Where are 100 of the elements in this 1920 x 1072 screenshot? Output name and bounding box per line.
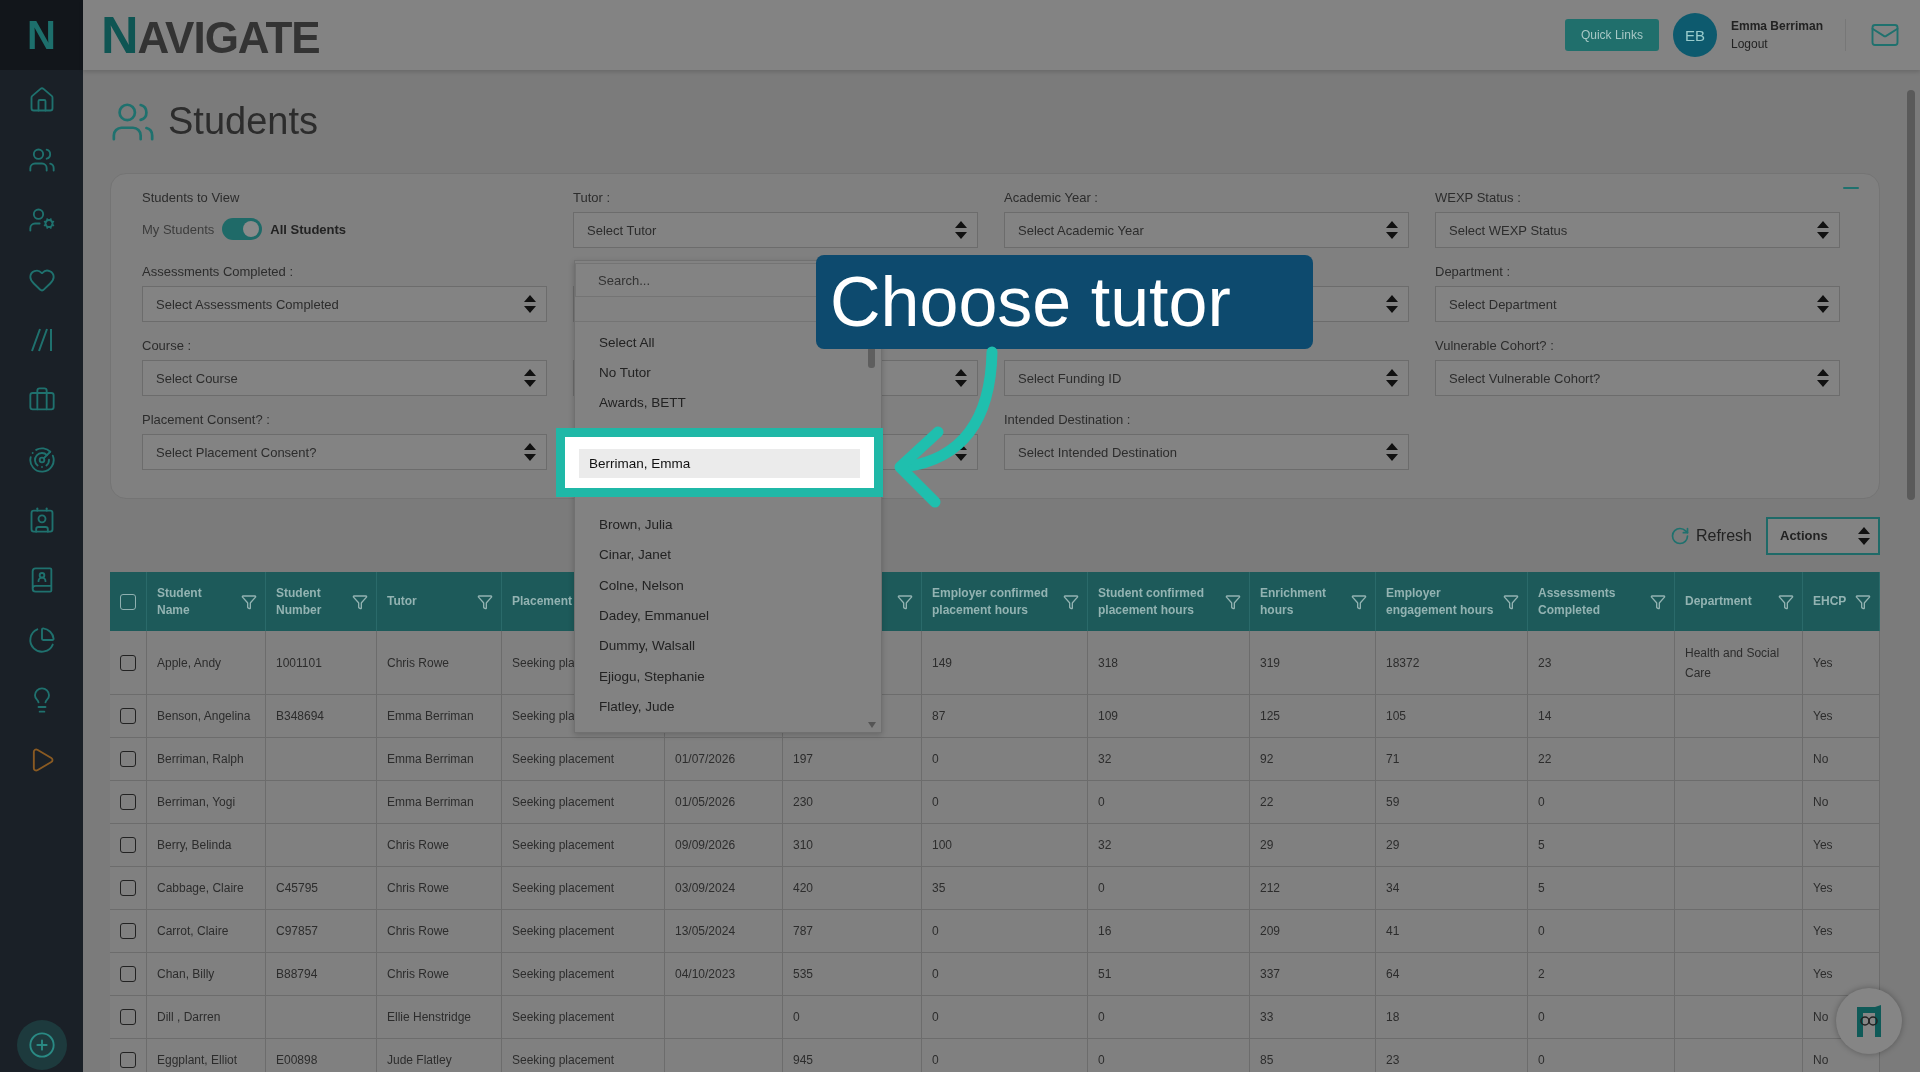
checkbox[interactable] [120, 923, 136, 939]
field-label: Placement Consent? : [142, 412, 271, 428]
table-cell: Yes [1803, 910, 1880, 953]
actions-select[interactable]: Actions [1766, 516, 1880, 555]
column-header[interactable]: Enrichment hours [1250, 572, 1376, 631]
table-cell: Seeking placement [502, 781, 665, 824]
table-cell: 22 [1528, 738, 1675, 781]
column-header[interactable]: Student confirmed placement hours [1088, 572, 1250, 631]
table-cell: B348694 [266, 695, 377, 738]
sort-arrows-icon [1386, 295, 1398, 313]
app-logo[interactable]: N [0, 0, 83, 70]
scroll-down-icon[interactable] [868, 722, 876, 728]
toggle-switch[interactable] [222, 218, 263, 240]
checkbox[interactable] [120, 1052, 136, 1068]
table-cell: Cabbage, Claire [147, 867, 266, 910]
filter-icon[interactable] [241, 593, 257, 610]
refresh-icon [1669, 525, 1690, 546]
table-cell: Seeking placement [502, 867, 665, 910]
select-field[interactable]: Select Department [1435, 286, 1840, 322]
field-label: Intended Destination : [1004, 412, 1132, 428]
table-cell: 337 [1250, 953, 1376, 996]
table-cell: 319 [1250, 631, 1376, 695]
slashes-icon[interactable] [28, 327, 55, 353]
dropdown-item[interactable]: Brown, Julia [575, 509, 881, 540]
checkbox[interactable] [120, 593, 136, 610]
add-button[interactable] [16, 1020, 67, 1070]
column-header[interactable]: Department [1675, 572, 1803, 631]
filter-icon[interactable] [1063, 593, 1079, 610]
table-cell: 787 [783, 910, 922, 953]
field-label: Vulnerable Cohort? : [1435, 338, 1555, 354]
dropdown-item[interactable]: Dadey, Emmanuel [575, 600, 881, 631]
select-field[interactable]: Select Assessments Completed [142, 286, 547, 322]
dropdown-item[interactable]: Berriman, Emma [579, 449, 860, 479]
dropdown-item[interactable]: Awards, BETT [575, 387, 881, 419]
table-cell: 16 [1088, 910, 1250, 953]
logout-link[interactable]: Logout [1730, 37, 1823, 51]
user-settings-icon[interactable] [27, 206, 56, 234]
column-header[interactable]: Assessments Completed [1528, 572, 1675, 631]
table-cell: Yes [1803, 631, 1880, 695]
dropdown-item[interactable]: Colne, Nelson [575, 569, 881, 601]
select-field[interactable]: Select Placement Consent? [142, 434, 547, 470]
scrollbar-thumb[interactable] [1907, 90, 1915, 500]
pie-chart-icon[interactable] [27, 626, 56, 654]
table-cell: 29 [1376, 824, 1528, 867]
checkbox[interactable] [120, 654, 136, 671]
filter-icon[interactable] [1855, 593, 1871, 610]
table-cell: 0 [922, 738, 1088, 781]
assistant-button[interactable] [1836, 988, 1902, 1054]
filter-icon[interactable] [1351, 593, 1367, 610]
table-cell: 212 [1250, 867, 1376, 910]
select-field[interactable]: Select Academic Year [1004, 212, 1409, 248]
checkbox[interactable] [120, 1009, 136, 1025]
filter-icon[interactable] [1225, 593, 1241, 610]
sort-arrows-icon [1858, 526, 1870, 545]
select-field[interactable]: Select Funding ID [1004, 360, 1409, 396]
refresh-button[interactable]: Refresh [1669, 525, 1752, 546]
column-header[interactable]: Employer confirmed placement hours [922, 572, 1088, 631]
filter-icon[interactable] [1778, 593, 1794, 610]
checkbox[interactable] [120, 708, 136, 724]
table-cell: C97857 [266, 910, 377, 953]
select-field[interactable]: Select Tutor [573, 212, 978, 248]
filter-icon[interactable] [1650, 593, 1666, 610]
column-header[interactable]: Tutor [377, 572, 502, 631]
table-cell: E00898 [266, 1039, 377, 1072]
filter-icon[interactable] [352, 593, 368, 610]
select-field[interactable]: Select Vulnerable Cohort? [1435, 360, 1840, 396]
dropdown-item[interactable]: No Tutor [575, 357, 881, 388]
table-cell: 0 [922, 910, 1088, 953]
users-icon[interactable] [27, 146, 56, 174]
select-field[interactable]: Select WEXP Status [1435, 212, 1840, 248]
filter-icon[interactable] [897, 593, 913, 610]
quick-links-button[interactable]: Quick Links [1564, 19, 1659, 51]
dropdown-item[interactable]: Cinar, Janet [575, 539, 881, 570]
checkbox[interactable] [120, 751, 136, 767]
sort-arrows-icon [955, 369, 967, 387]
table-cell: 945 [783, 1039, 922, 1072]
table-cell: 318 [1088, 631, 1250, 695]
column-header[interactable]: Student Number [266, 572, 377, 631]
checkbox[interactable] [120, 794, 136, 810]
table-cell: 51 [1088, 953, 1250, 996]
filter-icon[interactable] [477, 593, 493, 610]
table-cell: 87 [922, 695, 1088, 738]
table-cell: Chris Rowe [377, 631, 502, 695]
select-field[interactable]: Select Intended Destination [1004, 434, 1409, 470]
table-cell: 109 [1088, 695, 1250, 738]
table-cell: Berriman, Yogi [147, 781, 266, 824]
select-field[interactable]: Select Course [142, 360, 547, 396]
table-cell: 197 [783, 738, 922, 781]
column-header[interactable]: Student Name [147, 572, 266, 631]
checkbox[interactable] [120, 966, 136, 982]
column-header[interactable]: Employer engagement hours [1376, 572, 1528, 631]
filter-icon[interactable] [1503, 593, 1519, 610]
checkbox[interactable] [120, 837, 136, 853]
sort-arrows-icon [1386, 221, 1398, 239]
table-cell: 0 [922, 953, 1088, 996]
column-header[interactable]: EHCP [1803, 572, 1880, 631]
checkbox[interactable] [120, 880, 136, 896]
sort-arrows-icon [1386, 369, 1398, 387]
radar-icon[interactable] [27, 446, 56, 474]
sort-arrows-icon [1386, 443, 1398, 461]
